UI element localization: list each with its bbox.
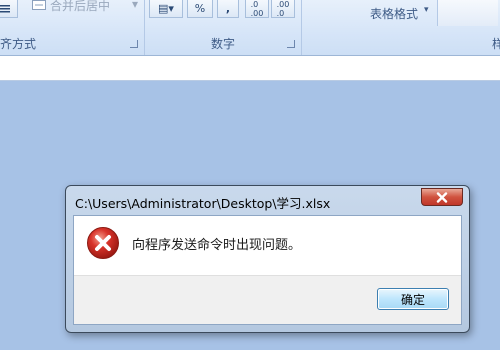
ok-button[interactable]: 确定 xyxy=(377,288,449,310)
number-dialog-launcher[interactable] xyxy=(287,40,295,48)
dialog-title: C:\Users\Administrator\Desktop\学习.xlsx xyxy=(75,196,331,211)
align-justify-icon xyxy=(0,4,10,12)
error-icon xyxy=(87,227,119,259)
alignment-group-label: 齐方式 xyxy=(0,37,37,51)
accounting-format-button[interactable]: ▤▾ xyxy=(149,0,183,18)
close-button[interactable] xyxy=(421,188,463,206)
percent-label: % xyxy=(194,2,206,15)
merge-center-icon xyxy=(32,0,46,10)
dialog-content: 向程序发送命令时出现问题。 确定 xyxy=(73,215,462,325)
format-as-table-button[interactable]: 表格格式 ▾ xyxy=(362,0,442,24)
merge-center-label: 合并后居中 xyxy=(50,0,111,13)
message-area: 向程序发送命令时出现问题。 xyxy=(74,216,461,278)
increase-decimal-icon: .0.00 xyxy=(250,0,264,18)
error-message: 向程序发送命令时出现问题。 xyxy=(132,238,302,253)
close-icon xyxy=(436,191,448,203)
decrease-decimal-button[interactable]: .00.0 xyxy=(271,0,295,18)
format-table-dropdown-arrow: ▾ xyxy=(424,5,429,15)
dialog-titlebar[interactable]: C:\Users\Administrator\Desktop\学习.xlsx xyxy=(66,186,469,214)
alignment-group: 合并后居中 ▾ 齐方式 xyxy=(0,0,145,55)
number-group-label: 数字 xyxy=(210,37,235,51)
styles-group-label: 样 xyxy=(492,35,500,52)
ok-label: 确定 xyxy=(400,292,425,307)
align-justify-button[interactable] xyxy=(0,0,18,18)
percent-style-button[interactable]: % xyxy=(187,0,213,18)
merge-center-button[interactable]: 合并后居中 ▾ xyxy=(28,0,146,18)
alignment-dialog-launcher[interactable] xyxy=(130,40,138,48)
merge-dropdown-arrow[interactable]: ▾ xyxy=(132,0,138,11)
increase-decimal-button[interactable]: .0.00 xyxy=(245,0,269,18)
comma-style-button[interactable]: , xyxy=(217,0,239,18)
currency-icon: ▤▾ xyxy=(158,2,174,15)
comma-label: , xyxy=(225,2,231,15)
cell-styles-gallery[interactable] xyxy=(437,0,498,26)
format-as-table-label: 表格格式 xyxy=(370,7,419,21)
error-dialog: C:\Users\Administrator\Desktop\学习.xlsx 向… xyxy=(65,185,470,333)
styles-group: 表格格式 ▾ 样 xyxy=(302,0,500,55)
decrease-decimal-icon: .00.0 xyxy=(276,0,290,18)
button-area: 确定 xyxy=(74,275,461,324)
ribbon: 合并后居中 ▾ 齐方式 ▤▾ % , .0.00 .00.0 数字 表格格式 ▾ xyxy=(0,0,500,56)
number-group: ▤▾ % , .0.00 .00.0 数字 xyxy=(145,0,302,55)
formula-bar[interactable] xyxy=(0,56,500,81)
